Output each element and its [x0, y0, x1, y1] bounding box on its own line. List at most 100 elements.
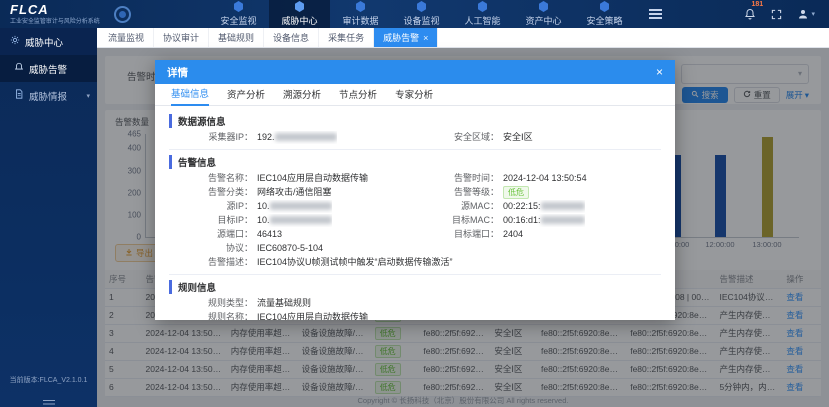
field-label: 目标端口：	[415, 228, 499, 241]
field-row: 源MAC：00:22:15:	[415, 200, 661, 213]
field-value: 2404	[503, 228, 523, 241]
field-row: 规则名称：IEC104应用层自动数据传输	[169, 311, 661, 320]
sidebar-collapse-icon[interactable]	[0, 400, 97, 402]
modal-title: 详情	[167, 65, 188, 80]
field-row: 采集器IP： 192.	[169, 131, 415, 144]
user-avatar[interactable]: ▾	[797, 8, 815, 20]
tab-strip: 流量监视协议审计基础规则 设备信息采集任务威胁告警 ×	[97, 28, 829, 48]
field-label: 规则类型：	[169, 297, 253, 310]
navbar-right: 181 ▾	[744, 0, 829, 28]
security-monitor-icon	[234, 1, 244, 12]
logo-subtitle: 工业安全监管审计与风险分析系统	[10, 18, 100, 25]
nav-item-device-monitor[interactable]: 设备监视	[391, 0, 452, 28]
close-icon[interactable]: ×	[656, 66, 663, 78]
logo-text: FLCA	[10, 3, 108, 17]
modal-tab-资产分析[interactable]: 资产分析	[227, 87, 265, 105]
field-label: 源端口：	[169, 228, 253, 241]
sidebar-item-intel-doc[interactable]: 威胁情报▾	[0, 82, 97, 109]
nav-item-asset-center[interactable]: 资产中心	[513, 0, 574, 28]
nav-item-label: 资产中心	[525, 14, 561, 27]
app-root: FLCA 工业安全监管审计与风险分析系统 安全监视威胁中心审计数据设备监视人工智…	[0, 0, 829, 407]
modal-tab-专家分析[interactable]: 专家分析	[395, 87, 433, 105]
nav-item-label: 审计数据	[342, 14, 378, 27]
field-row: 源IP：10.	[169, 200, 415, 213]
field-value: 2024-12-04 13:50:54	[503, 172, 587, 185]
field-label: 告警等级：	[415, 186, 499, 199]
nav-item-threat-center[interactable]: 威胁中心	[269, 0, 330, 28]
field-label: 采集器IP：	[169, 131, 253, 144]
field-label: 告警名称：	[169, 172, 253, 185]
modal-tab-节点分析[interactable]: 节点分析	[339, 87, 377, 105]
close-icon[interactable]: ×	[423, 33, 428, 43]
section-divider	[169, 149, 661, 150]
nav-item-security-policy[interactable]: 安全策略	[574, 0, 635, 28]
field-value: IEC104应用层自动数据传输	[257, 172, 368, 185]
sidebar-items: 威胁告警威胁情报▾	[0, 55, 97, 109]
nav-item-ai[interactable]: 人工智能	[452, 0, 513, 28]
sidebar: 威胁中心 威胁告警威胁情报▾ 当前版本:FLCA_V2.1.0.1	[0, 28, 97, 407]
field-row: 告警描述：IEC104协议U帧测试帧中触发“启动数据传输激活”	[169, 256, 661, 269]
modal-tab-基础信息[interactable]: 基础信息	[171, 86, 209, 106]
tab-label: 流量监视	[108, 31, 144, 44]
nav-item-label: 安全策略	[586, 14, 622, 27]
tab-威胁告警[interactable]: 威胁告警 ×	[374, 28, 438, 47]
field-label: 协议：	[169, 242, 253, 255]
tab-label: 基础规则	[218, 31, 254, 44]
redacted-value	[275, 133, 337, 141]
detail-modal: 详情 × 基础信息资产分析溯源分析节点分析专家分析 数据源信息采集器IP： 192…	[155, 60, 675, 320]
security-policy-icon	[600, 1, 610, 12]
intel-doc-icon	[14, 89, 24, 102]
section-fields: 规则类型：流量基础规则规则名称：IEC104应用层自动数据传输规则ID：rule…	[169, 297, 661, 320]
field-label: 安全区域：	[415, 131, 499, 144]
redacted-value	[270, 216, 332, 224]
sidebar-item-label: 威胁告警	[29, 62, 67, 76]
sidebar-section-label: 威胁中心	[25, 35, 63, 49]
tab-协议审计[interactable]: 协议审计	[154, 28, 209, 47]
tab-label: 威胁告警	[383, 31, 419, 44]
field-label: 源IP：	[169, 200, 253, 213]
redacted-value	[270, 202, 332, 210]
ai-icon	[478, 1, 488, 12]
sidebar-item-alarm-bell[interactable]: 威胁告警	[0, 55, 97, 82]
field-row: 协议：IEC60870-5-104	[169, 242, 415, 255]
logo: FLCA 工业安全监管审计与风险分析系统	[0, 0, 208, 28]
section-fields: 采集器IP： 192. 安全区域： 安全Ⅰ区	[169, 131, 661, 144]
fullscreen-icon[interactable]	[771, 9, 782, 20]
section-fields: 告警名称：IEC104应用层自动数据传输告警时间：2024-12-04 13:5…	[169, 172, 661, 269]
field-value: 低危	[503, 186, 529, 199]
sidebar-section-threat-center[interactable]: 威胁中心	[0, 28, 97, 55]
section-title: 数据源信息	[169, 114, 661, 128]
field-label: 源MAC：	[415, 200, 499, 213]
user-menu-caret-icon: ▾	[811, 10, 815, 18]
section-title: 规则信息	[169, 280, 661, 294]
field-label: 规则名称：	[169, 311, 253, 320]
nav-item-label: 人工智能	[464, 14, 500, 27]
field-value: 192.	[257, 131, 337, 144]
tab-采集任务[interactable]: 采集任务	[319, 28, 374, 47]
field-row: 告警名称： IEC104应用层自动数据传输	[169, 172, 415, 185]
gear-icon	[10, 35, 20, 48]
field-value: 网络攻击/通信阻塞	[257, 186, 332, 199]
field-label: 目标MAC：	[415, 214, 499, 227]
nav-item-label: 威胁中心	[281, 14, 317, 27]
field-row: 规则类型：流量基础规则	[169, 297, 661, 310]
notification-count-badge: 181	[751, 1, 763, 8]
tab-基础规则[interactable]: 基础规则	[209, 28, 264, 47]
modal-tab-溯源分析[interactable]: 溯源分析	[283, 87, 321, 105]
field-value: IEC104协议U帧测试帧中触发“启动数据传输激活”	[257, 256, 453, 269]
nav-item-security-monitor[interactable]: 安全监视	[208, 0, 269, 28]
tab-流量监视[interactable]: 流量监视	[99, 28, 154, 47]
sidebar-item-label: 威胁情报	[29, 89, 67, 103]
field-row: 告警等级： 低危	[415, 186, 661, 199]
tab-label: 设备信息	[273, 31, 309, 44]
tab-设备信息[interactable]: 设备信息	[264, 28, 319, 47]
field-label: 目标IP：	[169, 214, 253, 227]
field-value: 安全Ⅰ区	[503, 131, 533, 144]
field-row: 告警分类：网络攻击/通信阻塞	[169, 186, 415, 199]
nav-item-audit-data[interactable]: 审计数据	[330, 0, 391, 28]
menu-toggle-icon[interactable]	[635, 0, 675, 28]
section-divider	[169, 274, 661, 275]
notifications-bell-icon[interactable]: 181	[744, 8, 756, 20]
top-navbar: FLCA 工业安全监管审计与风险分析系统 安全监视威胁中心 审计数据设备监视人工智…	[0, 0, 829, 28]
redacted-value	[541, 202, 585, 210]
